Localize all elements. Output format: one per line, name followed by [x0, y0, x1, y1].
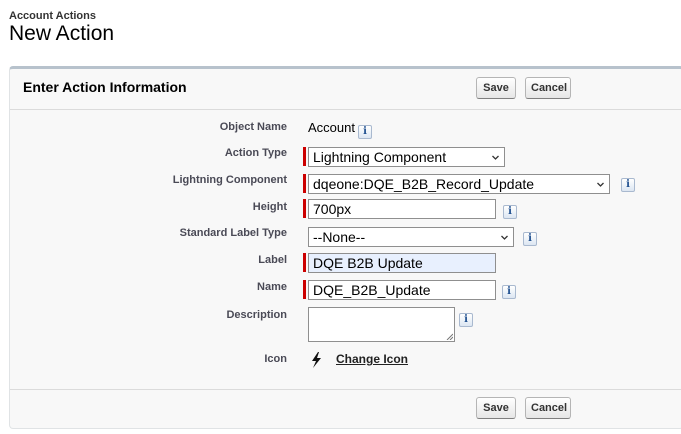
panel-header: Enter Action Information Save Cancel [10, 69, 681, 110]
label-input[interactable]: DQE B2B Update [308, 253, 496, 273]
lightning-component-value: dqeone:DQE_B2B_Record_Update [313, 176, 535, 192]
lightning-component-info-icon[interactable]: i [621, 178, 635, 192]
required-indicator [303, 199, 306, 218]
height-label: Height [252, 201, 287, 213]
icon-label: Icon [264, 353, 287, 365]
name-input[interactable]: DQE_B2B_Update [308, 280, 496, 300]
chevron-down-icon [597, 182, 604, 187]
height-info-icon[interactable]: i [503, 205, 517, 219]
description-textarea[interactable] [308, 307, 455, 342]
description-label: Description [226, 309, 287, 321]
resize-handle-icon[interactable] [446, 333, 453, 340]
standard-label-type-label: Standard Label Type [179, 227, 287, 239]
required-indicator [303, 280, 306, 299]
save-button-top[interactable]: Save [476, 77, 516, 99]
action-type-label: Action Type [224, 147, 287, 159]
lightning-component-select[interactable]: dqeone:DQE_B2B_Record_Update [308, 174, 610, 194]
height-input[interactable]: 700px [308, 199, 496, 219]
panel-title: Enter Action Information [23, 79, 187, 95]
name-field-label: Name [257, 281, 287, 293]
lightning-component-label: Lightning Component [172, 174, 287, 186]
action-info-panel: Enter Action Information Save Cancel Obj… [9, 66, 681, 429]
breadcrumb: Account Actions [9, 10, 96, 22]
name-info-icon[interactable]: i [502, 285, 516, 299]
change-icon-link[interactable]: Change Icon [336, 352, 408, 366]
action-type-value: Lightning Component [313, 149, 447, 165]
required-indicator [303, 147, 306, 166]
object-name-info-icon[interactable]: i [358, 125, 372, 139]
standard-label-type-select[interactable]: --None-- [308, 227, 514, 247]
lightning-bolt-icon [312, 352, 321, 368]
cancel-button-top[interactable]: Cancel [525, 77, 571, 99]
required-indicator [303, 253, 306, 272]
standard-label-type-value: --None-- [313, 229, 366, 245]
description-info-icon[interactable]: i [459, 313, 473, 327]
chevron-down-icon [501, 235, 508, 240]
required-indicator [303, 174, 306, 193]
cancel-button-bottom[interactable]: Cancel [525, 397, 571, 419]
save-button-bottom[interactable]: Save [476, 397, 516, 419]
chevron-down-icon [492, 155, 499, 160]
page-title: New Action [9, 22, 115, 45]
standard-label-type-info-icon[interactable]: i [523, 232, 537, 246]
action-type-select[interactable]: Lightning Component [308, 147, 505, 167]
panel-footer: Save Cancel [10, 389, 681, 428]
object-name-value: Account [308, 120, 355, 135]
object-name-label: Object Name [219, 121, 287, 133]
label-field-label: Label [258, 254, 287, 266]
